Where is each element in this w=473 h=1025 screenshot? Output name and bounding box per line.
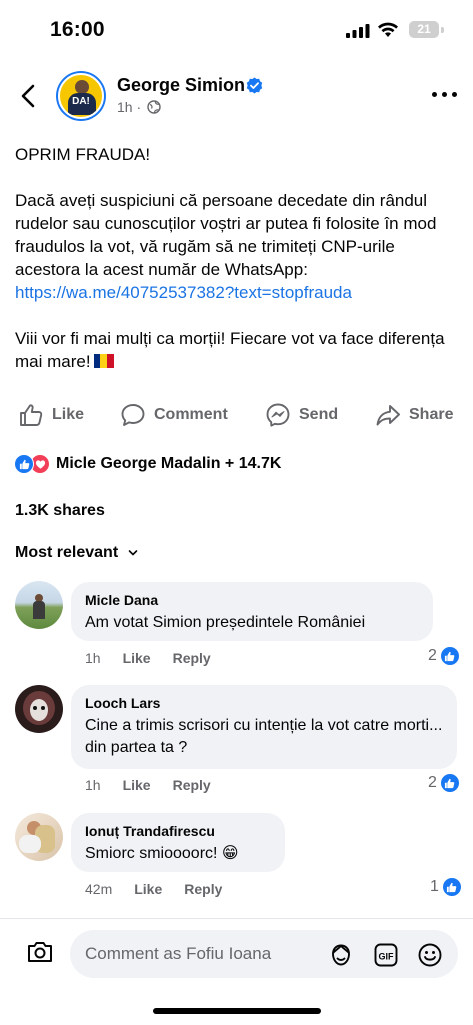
svg-text:GIF: GIF <box>379 952 395 962</box>
sort-label: Most relevant <box>15 544 119 561</box>
status-time: 16:00 <box>50 18 105 41</box>
verified-badge-icon <box>246 77 263 94</box>
like-icon <box>20 404 43 426</box>
comment-meta: 42m Like Reply <box>85 881 244 897</box>
comment-reply-button[interactable]: Reply <box>184 881 222 897</box>
comment-reaction-count: 2 <box>428 774 437 791</box>
avatar-text: DA! <box>72 96 90 107</box>
emoji-icon[interactable] <box>417 942 443 968</box>
camera-icon[interactable] <box>26 939 54 965</box>
author-avatar[interactable]: DA! <box>56 71 106 121</box>
comment-label: Comment <box>154 406 228 423</box>
comment-sort-dropdown[interactable]: Most relevant <box>15 544 138 562</box>
comment-reply-button[interactable]: Reply <box>173 777 211 793</box>
share-icon <box>376 405 400 426</box>
comment-reactions[interactable]: 1 <box>430 877 462 897</box>
send-label: Send <box>299 406 339 423</box>
chevron-down-icon <box>128 550 138 556</box>
like-reaction-icon <box>441 877 462 897</box>
shares-count[interactable]: 1.3K shares <box>15 502 105 520</box>
more-icon[interactable] <box>432 92 458 100</box>
status-bar: 16:00 21 <box>0 0 473 62</box>
post-body: Dacă aveți suspiciuni că persoane deceda… <box>15 189 460 304</box>
home-indicator <box>153 1008 321 1014</box>
messenger-icon <box>266 403 290 427</box>
comment-like-button[interactable]: Like <box>123 777 151 793</box>
comment-bubble: Micle Dana Am votat Simion președintele … <box>71 582 433 641</box>
comment-text: Smiorc smioooorc! 😁 <box>85 845 239 862</box>
comment-bubble: Ionuț Trandafirescu Smiorc smioooorc! 😁 <box>71 813 285 872</box>
comment-author[interactable]: Looch Lars <box>85 694 443 712</box>
comment-reactions[interactable]: 2 <box>428 773 460 793</box>
post-time: 1h <box>117 99 133 115</box>
meta-separator: · <box>136 99 142 115</box>
reactions-label: Micle George Madalin + 14.7K <box>56 455 282 472</box>
post-title: OPRIM FRAUDA! <box>15 145 151 164</box>
comment-author[interactable]: Micle Dana <box>85 591 419 609</box>
post-closing-text: Viii vor fi mai mulți ca morții! Fiecare… <box>15 329 445 371</box>
comment-button[interactable]: Comment <box>120 398 228 432</box>
post-action-bar: Like Comment Send Share <box>0 398 473 432</box>
comment-avatar[interactable] <box>15 813 63 861</box>
like-label: Like <box>52 406 85 423</box>
comment-time: 42m <box>85 881 113 897</box>
gif-icon[interactable]: GIF <box>373 942 399 968</box>
comment-meta: 1h Like Reply <box>85 650 233 666</box>
comment-input[interactable]: Comment as Fofiu Ioana GIF <box>70 930 458 978</box>
romania-flag-icon <box>93 354 114 368</box>
comment-time: 1h <box>85 777 101 793</box>
share-button[interactable]: Share <box>375 398 453 432</box>
like-button[interactable]: Like <box>18 398 84 432</box>
comment-avatar[interactable] <box>15 581 63 629</box>
comment-reaction-count: 1 <box>430 878 439 895</box>
author-name[interactable]: George Simion <box>117 75 245 96</box>
battery-icon: 21 <box>409 21 439 38</box>
comment-text: Am votat Simion președintele României <box>85 614 366 631</box>
send-button[interactable]: Send <box>265 398 338 432</box>
avatar-sticker-icon[interactable] <box>328 942 354 968</box>
globe-icon <box>147 100 161 114</box>
battery-level: 21 <box>417 22 431 36</box>
like-reaction-icon <box>439 646 460 666</box>
comment-time: 1h <box>85 650 101 666</box>
comment-reply-button[interactable]: Reply <box>173 650 211 666</box>
comment-text: Cine a trimis scrisori cu intenție la vo… <box>85 717 443 756</box>
like-reaction-icon <box>14 454 34 474</box>
comment-input-placeholder: Comment as Fofiu Ioana <box>85 944 272 963</box>
like-reaction-icon <box>439 773 460 793</box>
whatsapp-link[interactable]: https://wa.me/40752537382?text=stopfraud… <box>15 283 352 302</box>
post-body-text: Dacă aveți suspiciuni că persoane deceda… <box>15 191 437 279</box>
post-meta: 1h · <box>117 99 161 115</box>
comment-meta: 1h Like Reply <box>85 777 233 793</box>
wifi-icon <box>378 22 398 37</box>
post-closing: Viii vor fi mai mulți ca morții! Fiecare… <box>15 327 460 373</box>
comment-reaction-count: 2 <box>428 647 437 664</box>
comment-author[interactable]: Ionuț Trandafirescu <box>85 822 271 840</box>
comment-like-button[interactable]: Like <box>134 881 162 897</box>
back-chevron-icon[interactable] <box>18 82 42 110</box>
comment-reactions[interactable]: 2 <box>428 646 460 666</box>
reactions-summary[interactable]: Micle George Madalin + 14.7K <box>14 453 281 475</box>
share-label: Share <box>409 406 454 423</box>
cellular-signal-icon <box>346 24 370 38</box>
battery-nub <box>441 27 444 33</box>
comment-avatar[interactable] <box>15 685 63 733</box>
comment-bubble: Looch Lars Cine a trimis scrisori cu int… <box>71 685 457 769</box>
post-content: OPRIM FRAUDA! Dacă aveți suspiciuni că p… <box>15 143 460 373</box>
comment-like-button[interactable]: Like <box>123 650 151 666</box>
comment-icon <box>121 404 145 426</box>
